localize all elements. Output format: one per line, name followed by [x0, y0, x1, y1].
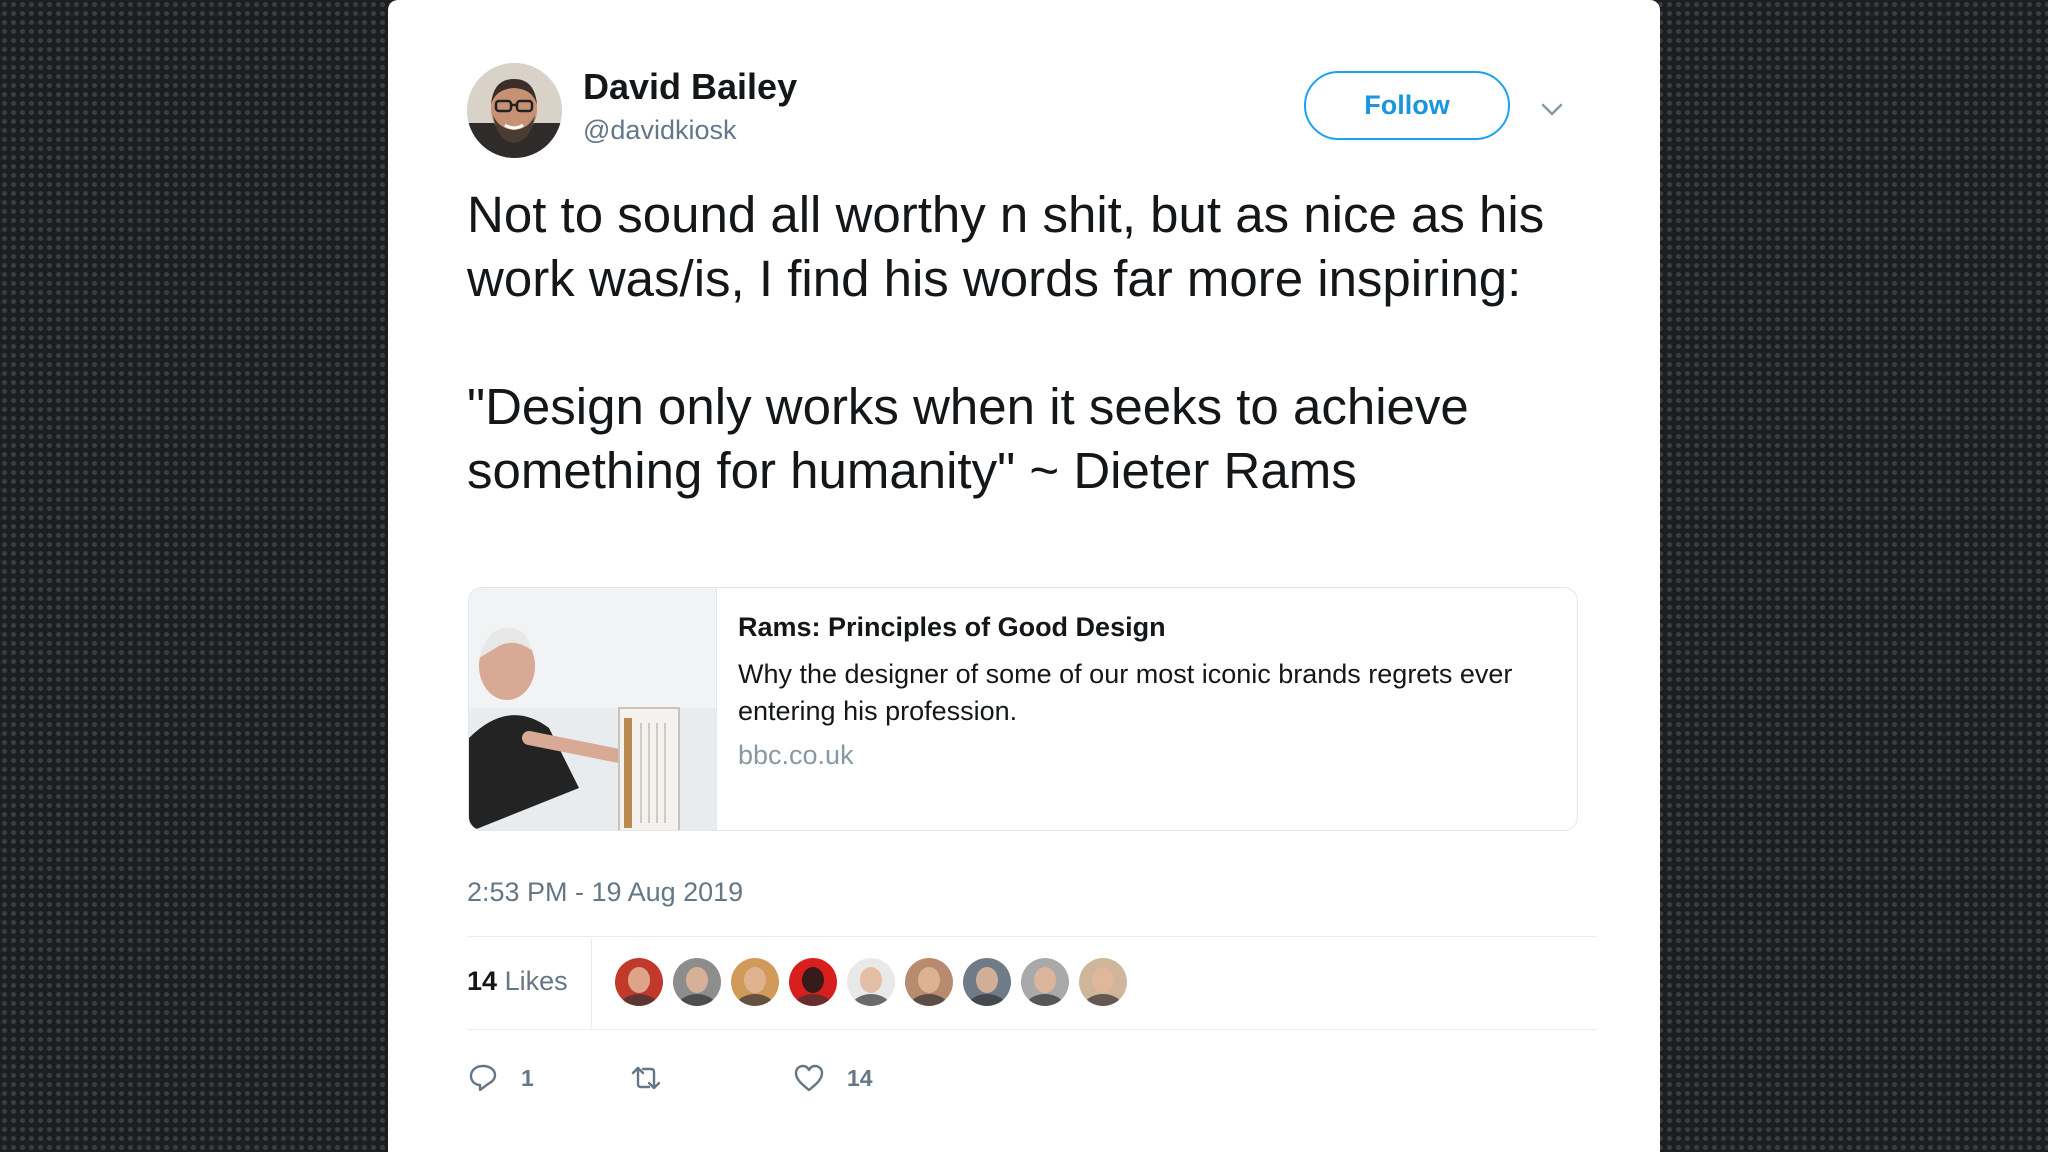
tweet-text-paragraph: Not to sound all worthy n shit, but as n…: [467, 186, 1545, 307]
likes-separator: [591, 938, 592, 1028]
tweet-timestamp[interactable]: 2:53 PM - 19 Aug 2019: [467, 877, 743, 908]
author-handle[interactable]: @davidkiosk: [583, 115, 736, 146]
reply-button[interactable]: 1: [467, 1058, 534, 1098]
author-photo: [467, 63, 562, 158]
liker-avatars: [615, 958, 1127, 1006]
link-title: Rams: Principles of Good Design: [738, 612, 1166, 642]
retweet-button[interactable]: [630, 1058, 684, 1098]
link-description: Why the designer of some of our most ico…: [738, 659, 1513, 726]
reply-icon: [469, 1064, 497, 1092]
like-count: 14: [847, 1064, 873, 1091]
tweet-text-quote: "Design only works when it seeks to achi…: [467, 378, 1469, 499]
liker-avatar[interactable]: [847, 958, 895, 1006]
likes-number: 14: [467, 966, 498, 996]
liker-avatar[interactable]: [1021, 958, 1069, 1006]
likes-label: Likes: [504, 966, 568, 996]
liker-avatar[interactable]: [1079, 958, 1127, 1006]
liker-avatar[interactable]: [963, 958, 1011, 1006]
author-avatar[interactable]: [467, 63, 562, 158]
reply-count: 1: [521, 1064, 534, 1091]
tweet-text: Not to sound all worthy n shit, but as n…: [467, 183, 1597, 503]
tweet-card: David Bailey @davidkiosk Follow Not to s…: [388, 0, 1660, 1152]
follow-button[interactable]: Follow: [1304, 71, 1510, 140]
chevron-down-icon[interactable]: [1538, 96, 1566, 124]
author-name[interactable]: David Bailey: [583, 66, 797, 108]
link-domain: bbc.co.uk: [738, 740, 854, 770]
link-thumbnail: [469, 588, 717, 830]
heart-icon: [794, 1064, 824, 1092]
divider: [467, 936, 1597, 937]
liker-avatar[interactable]: [905, 958, 953, 1006]
like-button[interactable]: 14: [793, 1058, 873, 1098]
liker-avatar[interactable]: [731, 958, 779, 1006]
liker-avatar[interactable]: [789, 958, 837, 1006]
likes-count[interactable]: 14 Likes: [467, 966, 568, 997]
retweet-icon: [631, 1066, 661, 1090]
divider: [467, 1029, 1597, 1030]
liker-avatar[interactable]: [615, 958, 663, 1006]
link-preview-card[interactable]: Rams: Principles of Good Design Why the …: [468, 587, 1578, 831]
liker-avatar[interactable]: [673, 958, 721, 1006]
